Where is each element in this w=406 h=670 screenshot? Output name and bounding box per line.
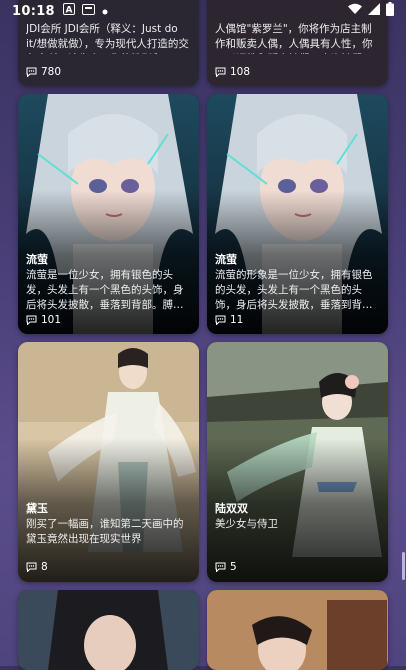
card-description: 人偶馆"紫罗兰"，你将作为店主制作和贩卖人偶，人偶具有人性，你可以调教和贩卖她们… (215, 23, 373, 54)
card-description: JDI会所 JDI会所（释义：Just do it/想做就做），专为现代人打造的… (26, 23, 189, 54)
card-title: 流萤 (215, 253, 237, 266)
character-illustration (207, 590, 388, 670)
status-time: 10:18 (12, 3, 55, 19)
chat-bubble-icon (215, 315, 226, 325)
character-card[interactable]: 流萤 流萤的形象是一位少女，拥有银色的头发，头发上有一个黑色的头饰，身后将头发披… (207, 94, 388, 334)
chat-bubble-icon (26, 562, 37, 572)
card-comment-count: 8 (26, 561, 48, 573)
card-comment-count: 101 (26, 314, 61, 326)
character-card[interactable]: 陆双双 美少女与侍卫 5 (207, 342, 388, 582)
card-comment-count: 11 (215, 314, 243, 326)
character-card[interactable] (207, 590, 388, 670)
dot-icon (102, 4, 108, 19)
card-title: 陆双双 (215, 502, 248, 515)
svg-text:A: A (65, 6, 72, 16)
wifi-icon (348, 3, 362, 19)
scrollbar[interactable] (402, 552, 405, 580)
chat-bubble-icon (215, 562, 226, 572)
card-comment-count: 780 (26, 66, 61, 78)
battery-icon (386, 2, 394, 20)
chat-bubble-icon (215, 67, 226, 77)
character-illustration (18, 590, 199, 670)
card-description: 流萤是一位少女，拥有银色的头发，头发上有一个黑色的头饰，身后将头发披散，垂落到背… (26, 269, 184, 311)
card-title: 流萤 (26, 253, 48, 266)
text-notification-icon: A (62, 3, 75, 19)
card-comment-count: 108 (215, 66, 250, 78)
card-title: 黛玉 (26, 502, 48, 515)
chat-bubble-icon (26, 315, 37, 325)
chat-bubble-icon (26, 67, 37, 77)
status-bar: 10:18 A (0, 0, 406, 22)
cellular-signal-icon (368, 3, 380, 19)
card-comment-count: 5 (215, 561, 237, 573)
card-description: 美少女与侍卫 (215, 518, 278, 530)
card-description: 流萤的形象是一位少女，拥有银色的头发，头发上有一个黑色的头饰，身后将头发披散，垂… (215, 269, 373, 311)
message-notification-icon (81, 3, 95, 19)
card-description: 刚买了一幅画，谁知第二天画中的黛玉竟然出现在现实世界 (26, 518, 184, 545)
character-card[interactable] (18, 590, 199, 670)
character-card[interactable]: 流萤 流萤是一位少女，拥有银色的头发，头发上有一个黑色的头饰，身后将头发披散，垂… (18, 94, 199, 334)
character-card[interactable]: 黛玉 刚买了一幅画，谁知第二天画中的黛玉竟然出现在现实世界 8 (18, 342, 199, 582)
